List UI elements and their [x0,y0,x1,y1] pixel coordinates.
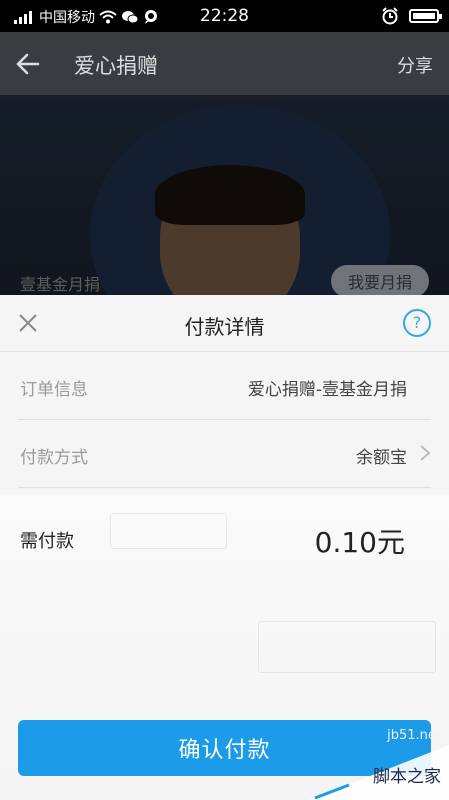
order-info-label: 订单信息 [20,380,88,400]
amount-value: 0.10元 [314,526,405,559]
watermark-url: jb51.net [387,728,441,743]
status-right [381,7,442,25]
amount-label: 需付款 [20,531,74,552]
help-icon[interactable]: ? [403,309,431,337]
watermark-text: 脚本之家 [373,767,441,787]
hero-label: 壹基金月捐 [20,275,101,294]
payment-method-label: 付款方式 [20,448,88,468]
chevron-right-icon [420,445,431,461]
ghost-input [258,621,436,673]
battery-icon [409,9,442,23]
payment-method-value: 余额宝 [356,448,407,468]
payment-method-row[interactable]: 付款方式 余额宝 [18,419,431,488]
order-info-value: 爱心捐赠-壹基金月捐 [247,380,407,400]
monthly-donate-button[interactable]: 我要月捐 [331,265,429,295]
sheet-header: 付款详情 ? [0,295,449,352]
share-button[interactable]: 分享 [397,52,433,78]
ghost-box [110,513,227,549]
hero-banner: 壹基金月捐 我要月捐 [0,95,449,295]
order-info-row: 订单信息 爱心捐赠-壹基金月捐 [18,351,431,420]
alarm-icon [382,7,398,25]
nav-bar: 爱心捐赠 分享 [0,32,449,95]
sheet-title: 付款详情 [184,315,265,339]
status-bar: 中国移动 22:28 [0,0,449,32]
page-title: 爱心捐赠 [74,54,158,78]
back-arrow-icon[interactable] [14,50,42,78]
